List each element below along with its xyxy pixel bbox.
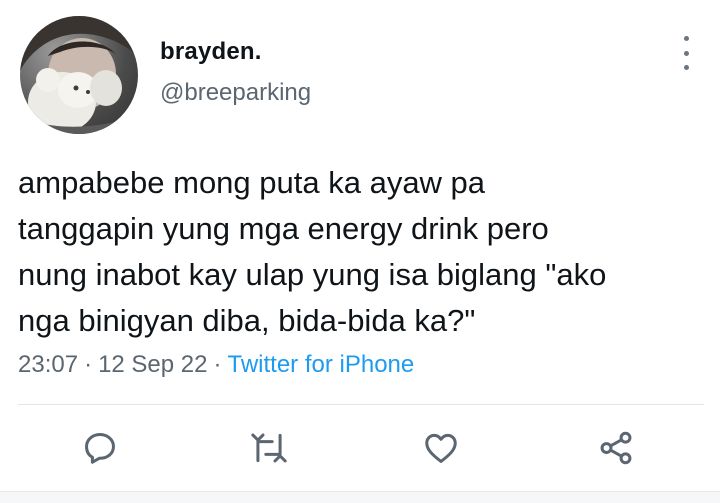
tweet-date[interactable]: 12 Sep 22 xyxy=(98,351,207,378)
bottom-separator xyxy=(0,491,720,503)
tweet-text: ampabebe mong puta ka ayaw pa tanggapin … xyxy=(18,165,607,338)
share-button[interactable] xyxy=(594,426,638,470)
reply-button[interactable] xyxy=(78,426,122,470)
more-vertical-icon-dot xyxy=(683,65,689,70)
more-options-button[interactable] xyxy=(676,36,696,70)
like-button[interactable] xyxy=(419,426,463,470)
reply-icon xyxy=(85,433,115,464)
user-handle[interactable]: @breeparking xyxy=(160,79,311,107)
more-vertical-icon-dot xyxy=(683,50,689,56)
tweet-source-link[interactable]: Twitter for iPhone xyxy=(228,351,415,378)
display-name[interactable]: brayden. xyxy=(160,38,262,66)
share-icon xyxy=(600,431,632,465)
meta-separator: · xyxy=(213,351,222,378)
divider xyxy=(18,404,704,405)
tweet-meta: 23:07 · 12 Sep 22 · Twitter for iPhone xyxy=(18,351,414,379)
avatar[interactable] xyxy=(20,16,138,134)
tweet-card: brayden. @breeparking ampabebe mong puta… xyxy=(0,0,720,503)
avatar-photo xyxy=(20,16,138,134)
heart-icon xyxy=(425,433,457,463)
retweet-icon xyxy=(251,433,287,463)
retweet-button[interactable] xyxy=(247,426,291,470)
more-vertical-icon xyxy=(683,36,689,41)
tweet-time[interactable]: 23:07 xyxy=(18,351,78,378)
meta-separator: · xyxy=(84,351,93,378)
